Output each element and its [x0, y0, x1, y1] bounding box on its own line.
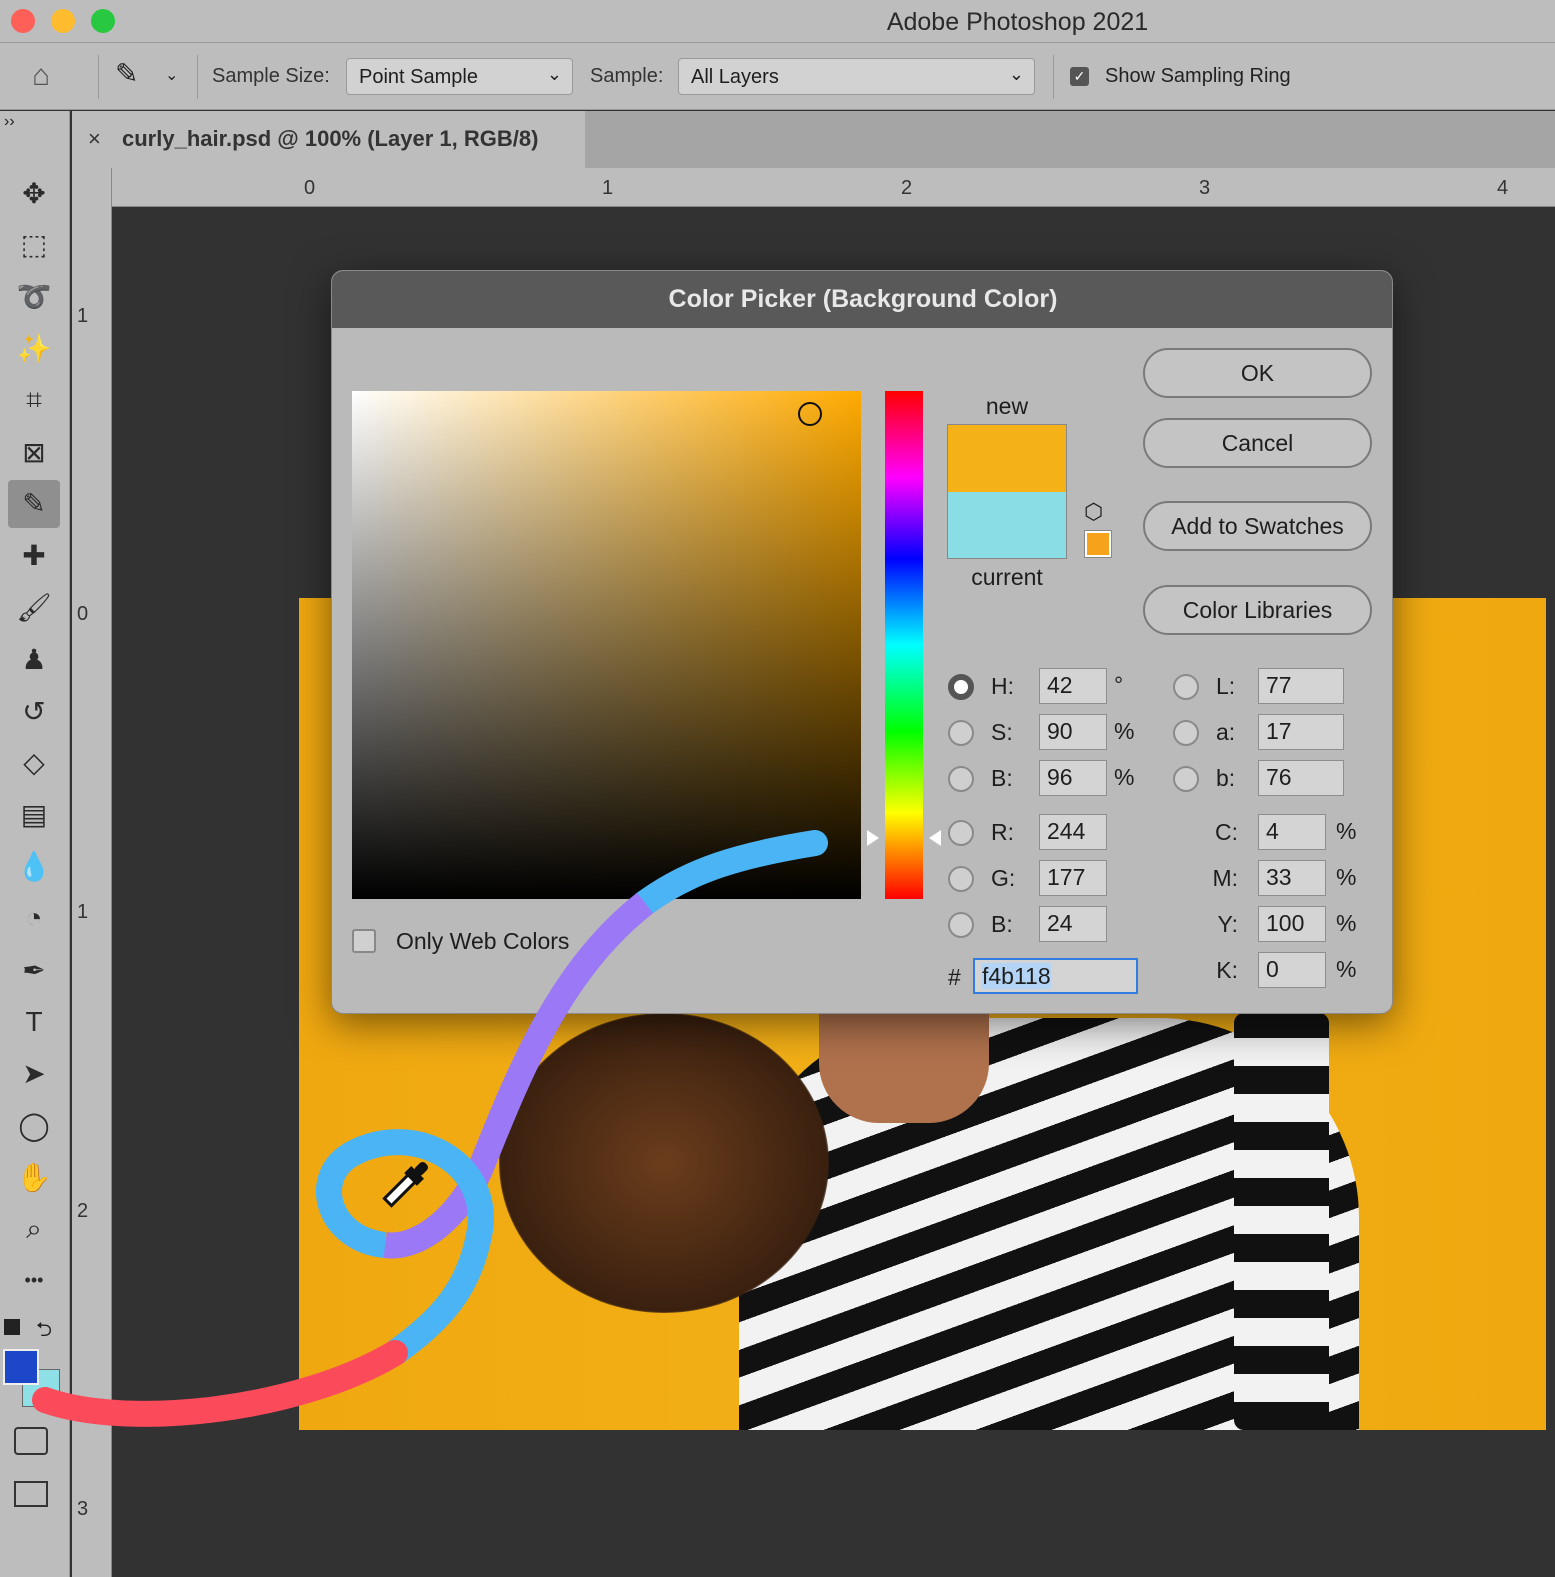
eyedropper-cursor-icon: [382, 1162, 428, 1208]
swirl-blue-top: [632, 830, 828, 916]
swirl-red: [32, 1340, 408, 1427]
swirl-purple: [383, 892, 654, 1259]
annotation-swirl: [32, 830, 828, 1427]
